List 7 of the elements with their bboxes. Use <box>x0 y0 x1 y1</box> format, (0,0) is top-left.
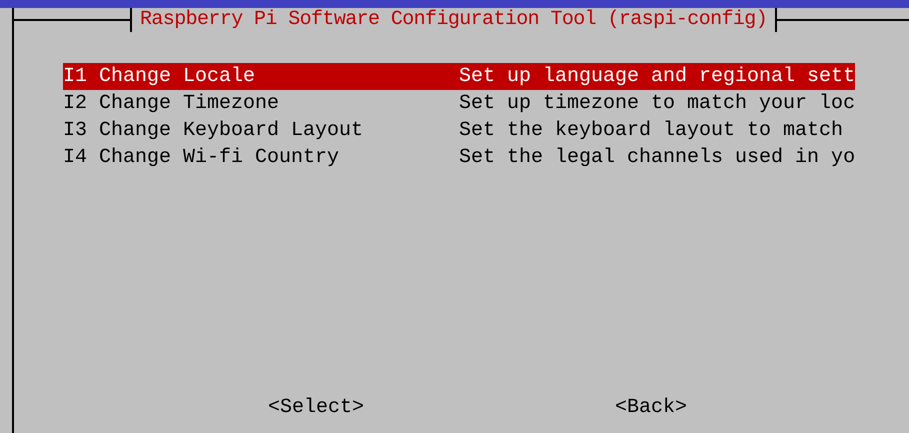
menu-item[interactable]: I3 Change Keyboard Layout Set the keyboard layout to match <box>63 117 855 144</box>
dialog-title: Raspberry Pi Software Configuration Tool (raspi-config) <box>130 8 778 32</box>
dialog-button[interactable]: <Back> <box>615 396 688 420</box>
menu-item[interactable]: I4 Change Wi-fi Country Set the legal channels used in yo <box>63 144 855 171</box>
dialog-button[interactable]: <Select> <box>268 396 364 420</box>
menu-item[interactable]: I1 Change Locale Set up language and regional sett <box>63 63 855 90</box>
menu-item[interactable]: I2 Change Timezone Set up timezone to match your loc <box>63 90 855 117</box>
